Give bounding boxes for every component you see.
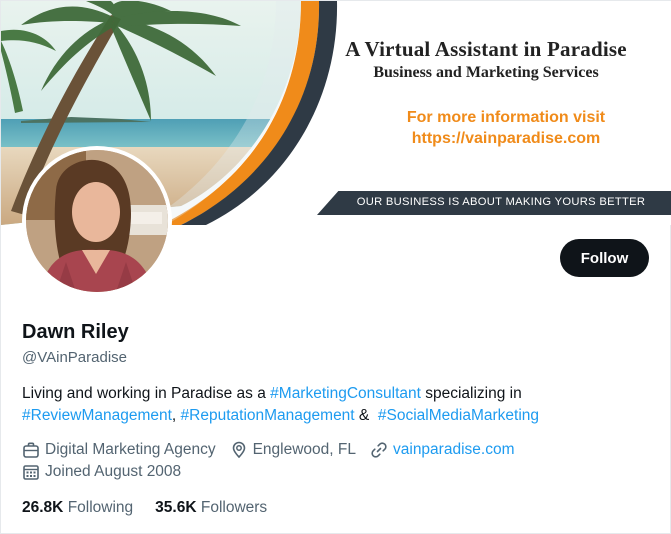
bio-text: & [354,407,378,424]
bio-text: , [171,407,181,424]
banner-subtitle: Business and Marketing Services [373,64,599,81]
following-link[interactable]: 26.8K Following [22,499,133,517]
category-item: Digital Marketing Agency [22,441,216,459]
joined-text: Joined August 2008 [45,463,182,480]
location-item: Englewood, FL [230,441,356,459]
banner-title: A Virtual Assistant in Paradise [345,37,627,61]
bio-text: Living and working in Paradise as a [22,385,271,402]
category-text: Digital Marketing Agency [45,441,216,458]
briefcase-icon [22,441,40,459]
location-pin-icon [230,441,248,459]
website-link[interactable]: vainparadise.com [393,441,514,459]
hashtag-link[interactable]: #ReputationManagement [181,407,355,424]
joined-row: Joined August 2008 [22,463,195,481]
followers-count: 35.6K [155,499,197,516]
calendar-icon [22,463,40,481]
banner-info-line2: https://vainparadise.com [411,130,601,147]
followers-link[interactable]: 35.6K Followers [155,499,267,517]
hashtag-link[interactable]: #SocialMediaMarketing [378,407,539,424]
followers-label: Followers [200,499,268,516]
bio-text: specializing in [420,385,522,402]
follow-button[interactable]: Follow [560,239,649,277]
following-label: Following [67,499,134,516]
link-icon [370,441,388,459]
hashtag-link[interactable]: #ReviewManagement [22,407,172,424]
profile-bio: Living and working in Paradise as a #Mar… [22,383,642,427]
follow-counts: 26.8K Following 35.6K Followers [22,499,289,517]
hashtag-link[interactable]: #MarketingConsultant [270,385,421,402]
avatar[interactable] [22,146,172,296]
following-count: 26.8K [22,499,64,516]
profile-meta: Digital Marketing Agency Englewood, FL v… [22,441,528,459]
website-item[interactable]: vainparadise.com [370,441,514,459]
profile-handle: @VAinParadise [22,349,127,366]
avatar-photo [26,150,168,292]
profile-name: Dawn Riley [22,321,129,343]
location-text: Englewood, FL [252,441,356,458]
banner-info-line1: For more information visit [406,109,606,126]
profile-card: A Virtual Assistant in Paradise Business… [0,0,671,534]
banner-tagline: OUR BUSINESS IS ABOUT MAKING YOURS BETTE… [356,196,646,208]
joined-item: Joined August 2008 [22,463,181,481]
